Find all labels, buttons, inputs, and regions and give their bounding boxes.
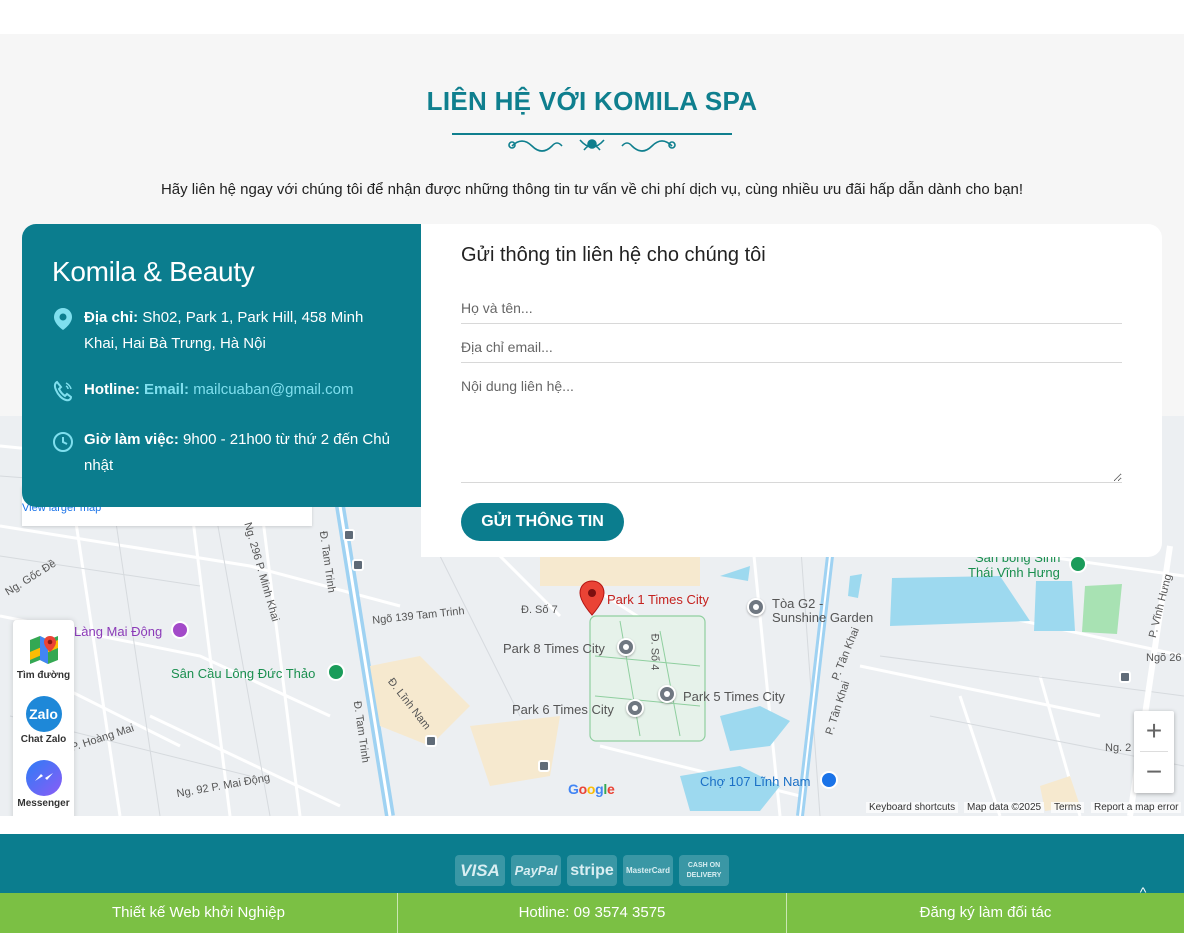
zalo-icon: Zalo bbox=[25, 696, 62, 732]
email-input[interactable] bbox=[461, 331, 1122, 363]
scroll-top-caret-icon[interactable]: ^ bbox=[1133, 884, 1153, 900]
phone-icon bbox=[53, 380, 73, 402]
map-label-park8[interactable]: Park 8 Times City bbox=[503, 641, 605, 656]
terms-link[interactable]: Terms bbox=[1051, 802, 1085, 813]
bus-stop-icon[interactable] bbox=[1119, 671, 1131, 683]
map-data-attribution: Map data ©2025 bbox=[964, 802, 1045, 813]
bus-stop-icon[interactable] bbox=[343, 529, 355, 541]
google-maps-icon bbox=[29, 636, 58, 664]
google-logo: Google bbox=[568, 781, 615, 797]
location-pin-icon[interactable] bbox=[579, 580, 605, 616]
map-label-lang-mai-dong[interactable]: Làng Mai Động bbox=[74, 624, 162, 639]
hotline-label: Hotline: bbox=[84, 381, 140, 398]
map-pin-cho-107[interactable] bbox=[820, 771, 838, 789]
map-label-toa-g2-line2[interactable]: Sunshine Garden bbox=[772, 610, 873, 625]
directions-button[interactable]: Tìm đường bbox=[13, 632, 74, 681]
zoom-out-button[interactable]: − bbox=[1134, 752, 1174, 792]
clock-icon bbox=[53, 432, 73, 452]
form-title: Gửi thông tin liên hệ cho chúng tôi bbox=[461, 244, 766, 266]
contact-row: Hotline: Email: mailcuaban@gmail.com bbox=[52, 377, 392, 403]
road-ngo26: Ngõ 26 bbox=[1146, 652, 1182, 664]
bus-stop-icon[interactable] bbox=[425, 735, 437, 747]
road-so4: Đ. Số 4 bbox=[648, 633, 661, 671]
section-title: LIÊN HỆ VỚI KOMILA SPA bbox=[426, 86, 758, 116]
zalo-chat-button[interactable]: Zalo Chat Zalo bbox=[13, 696, 74, 745]
map-pin-park5[interactable] bbox=[658, 685, 676, 703]
hours-row: Giờ làm việc: 9h00 - 21h00 từ thứ 2 đến … bbox=[52, 427, 392, 479]
hotline-link[interactable]: Hotline: 09 3574 3575 bbox=[398, 893, 786, 933]
road-ngo2: Ng. 2 bbox=[1105, 742, 1132, 754]
map-label-san-bong-line2[interactable]: Thái Vĩnh Hưng bbox=[968, 565, 1060, 580]
name-input[interactable] bbox=[461, 292, 1122, 324]
business-name: Komila & Beauty bbox=[52, 256, 255, 287]
hours-label: Giờ làm việc: bbox=[84, 431, 179, 448]
submit-button[interactable]: GỬI THÔNG TIN bbox=[461, 503, 624, 541]
map-label-park1[interactable]: Park 1 Times City bbox=[607, 592, 709, 607]
bus-stop-icon[interactable] bbox=[352, 559, 364, 571]
messenger-icon bbox=[25, 760, 62, 796]
road-so7: Đ. Số 7 bbox=[521, 604, 558, 616]
map-label-park6[interactable]: Park 6 Times City bbox=[512, 702, 614, 717]
map-label-san-cau-long[interactable]: Sân Cầu Lông Đức Thảo bbox=[171, 666, 315, 681]
address-row: Địa chỉ: Sh02, Park 1, Park Hill, 458 Mi… bbox=[52, 305, 392, 357]
stripe-badge: stripe bbox=[567, 855, 617, 886]
zoom-in-button[interactable]: + bbox=[1134, 711, 1174, 751]
address-label: Địa chỉ: bbox=[84, 309, 139, 326]
message-textarea[interactable] bbox=[461, 378, 1122, 483]
mastercard-badge: MasterCard bbox=[623, 855, 673, 886]
cash-on-delivery-badge: CASH ON DELIVERY bbox=[679, 855, 729, 886]
map-pin-park8[interactable] bbox=[617, 638, 635, 656]
directions-label: Tìm đường bbox=[16, 670, 71, 681]
map-label-toa-g2-line1[interactable]: Tòa G2 - bbox=[772, 596, 823, 611]
map-pin-san-cau-long[interactable] bbox=[327, 663, 345, 681]
map-pin-lang-mai-dong[interactable] bbox=[171, 621, 189, 639]
map-label-cho-107[interactable]: Chợ 107 Lĩnh Nam bbox=[700, 774, 810, 789]
report-map-error-link[interactable]: Report a map error bbox=[1091, 802, 1182, 813]
visa-badge: VISA bbox=[455, 855, 505, 886]
location-icon bbox=[54, 308, 72, 330]
partner-signup-link[interactable]: Đăng ký làm đối tác bbox=[787, 893, 1184, 933]
web-design-link[interactable]: Thiết kế Web khởi Nghiệp bbox=[0, 893, 397, 933]
zalo-label: Chat Zalo bbox=[20, 734, 67, 745]
email-label: Email: bbox=[144, 381, 190, 398]
top-strip bbox=[0, 0, 1184, 34]
map-zoom-controls: + − bbox=[1134, 711, 1174, 793]
paypal-badge: PayPal bbox=[511, 855, 561, 886]
section-description: Hãy liên hệ ngay với chúng tôi để nhận đ… bbox=[160, 181, 1024, 198]
messenger-button[interactable]: Messenger bbox=[13, 760, 74, 809]
map-pin-san-bong[interactable] bbox=[1069, 555, 1087, 573]
email-link[interactable]: mailcuaban@gmail.com bbox=[193, 381, 353, 398]
map-label-park5[interactable]: Park 5 Times City bbox=[683, 689, 785, 704]
bottom-action-bar: Thiết kế Web khởi Nghiệp Hotline: 09 357… bbox=[0, 893, 1184, 933]
bus-stop-icon[interactable] bbox=[538, 760, 550, 772]
messenger-label: Messenger bbox=[17, 798, 70, 809]
map-pin-park6[interactable] bbox=[626, 699, 644, 717]
keyboard-shortcuts-link[interactable]: Keyboard shortcuts bbox=[866, 802, 959, 813]
ornament-divider bbox=[452, 133, 732, 152]
map-pin-toa-g2[interactable] bbox=[747, 598, 765, 616]
